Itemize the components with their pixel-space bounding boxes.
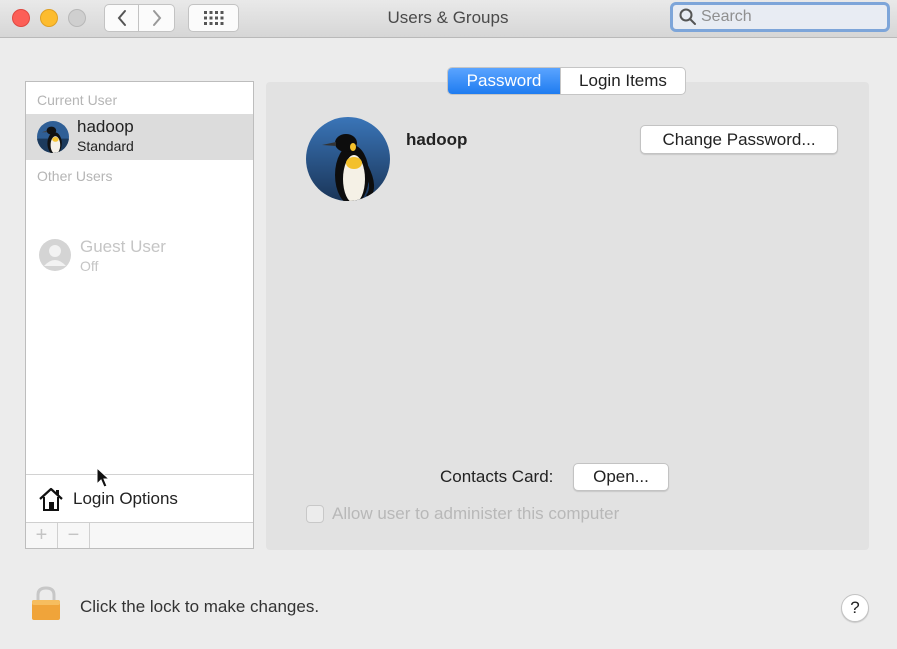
search-placeholder: Search [701, 8, 752, 25]
chevron-left-icon [117, 10, 126, 26]
current-user-name: hadoop [77, 117, 134, 136]
show-all-button[interactable] [188, 4, 239, 32]
contacts-card-label: Contacts Card: [440, 467, 554, 486]
guest-user-row[interactable]: Guest User [80, 237, 166, 257]
close-window-button[interactable] [12, 9, 30, 27]
forward-button[interactable] [139, 4, 175, 32]
minimize-window-button[interactable] [40, 9, 58, 27]
search-input[interactable]: Search [670, 2, 890, 32]
current-user-role: Standard [77, 138, 134, 154]
user-row-hadoop[interactable]: hadoop Standard [26, 114, 253, 160]
change-password-button[interactable]: Change Password... [640, 125, 838, 154]
title-bar: Users & Groups Search [0, 0, 897, 38]
selected-user-name: hadoop [406, 130, 468, 149]
grid-icon [203, 11, 223, 25]
allow-admin-label: Allow user to administer this computer [332, 504, 620, 523]
user-picture[interactable] [306, 117, 390, 201]
tab-bar: Password Login Items [447, 67, 686, 95]
current-user-header: Current User [37, 92, 118, 108]
login-options-label: Login Options [73, 488, 178, 508]
add-user-button[interactable]: + [26, 523, 58, 548]
back-button[interactable] [104, 4, 139, 32]
guest-user-status: Off [80, 258, 99, 274]
other-users-header: Other Users [37, 168, 113, 184]
users-list: Current User hadoop Standard Other Users… [25, 81, 254, 549]
window-title: Users & Groups [387, 8, 509, 27]
lock-message: Click the lock to make changes. [80, 597, 320, 616]
guest-user-icon [39, 239, 71, 271]
chevron-right-icon [152, 10, 161, 26]
open-contacts-card-button[interactable]: Open... [573, 463, 669, 491]
help-button[interactable]: ? [841, 594, 869, 622]
allow-admin-checkbox[interactable] [306, 505, 324, 523]
tab-password[interactable]: Password [448, 68, 560, 94]
penguin-avatar [37, 121, 69, 153]
mouse-cursor-icon [96, 467, 111, 488]
login-options-item[interactable]: Login Options [26, 474, 253, 522]
zoom-window-button[interactable] [68, 9, 86, 27]
allow-admin-row: Allow user to administer this computer [306, 504, 619, 524]
search-icon [679, 8, 696, 25]
lock-icon[interactable] [29, 585, 63, 621]
house-icon [39, 487, 63, 511]
list-footer: + − [26, 522, 253, 548]
remove-user-button[interactable]: − [58, 523, 90, 548]
tab-login-items[interactable]: Login Items [560, 68, 685, 94]
